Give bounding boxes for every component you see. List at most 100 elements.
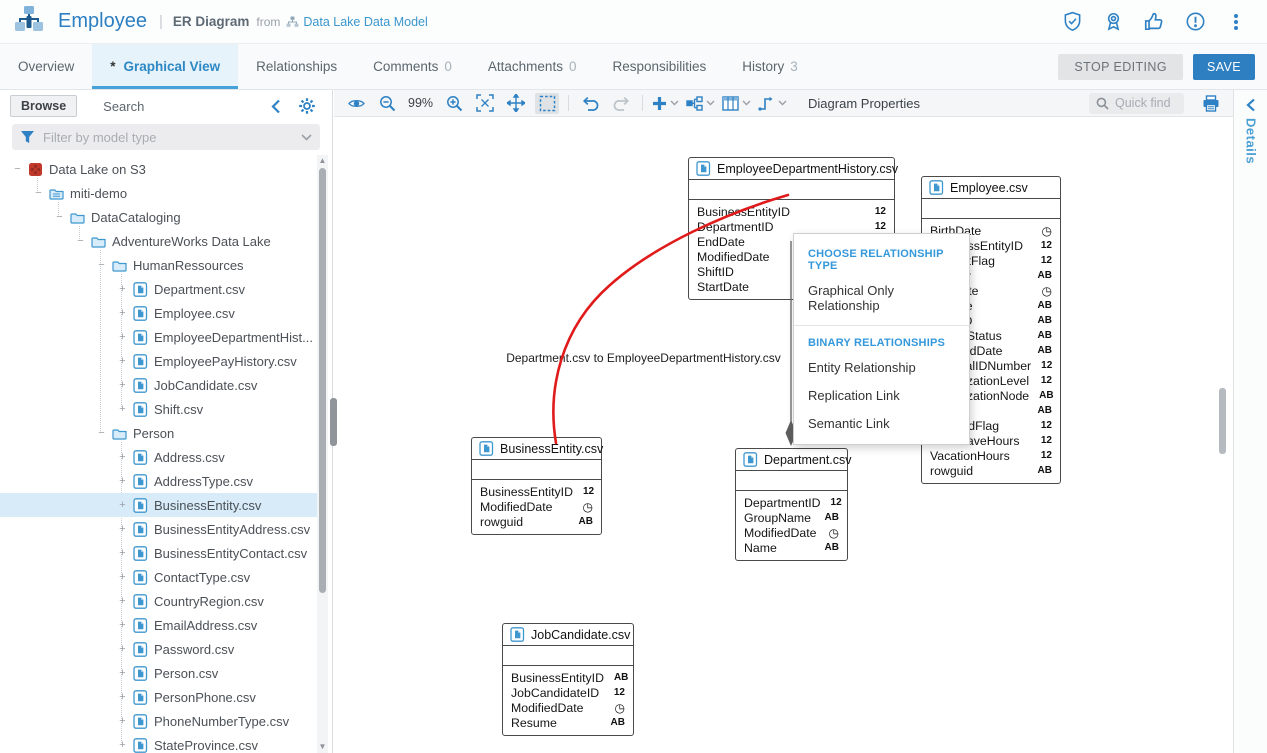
tree-item-businessentitycontact-csv[interactable]: +BusinessEntityContact.csv [0, 541, 317, 565]
expand-toggle[interactable]: + [117, 571, 128, 583]
entity-jobcandidate-csv[interactable]: JobCandidate.csvBusinessEntityIDABJobCan… [502, 623, 634, 736]
tab-history[interactable]: History3 [724, 44, 816, 89]
auto-layout-dropdown[interactable] [686, 96, 715, 111]
expand-toggle[interactable]: + [117, 451, 128, 463]
search-tab[interactable]: Search [103, 99, 144, 114]
scroll-down-icon[interactable]: ▼ [317, 741, 328, 753]
entity-businessentity-csv[interactable]: BusinessEntity.csvBusinessEntityID12Modi… [471, 437, 602, 535]
tree-scrollbar-thumb[interactable] [319, 168, 326, 593]
table-view-dropdown[interactable] [722, 96, 751, 111]
expand-toggle[interactable]: + [117, 691, 128, 703]
expand-toggle[interactable]: + [117, 283, 128, 295]
tree-item-employee-csv[interactable]: +Employee.csv [0, 301, 317, 325]
tree-item-address-csv[interactable]: +Address.csv [0, 445, 317, 469]
print-icon[interactable] [1199, 93, 1223, 114]
tree-item-person[interactable]: −Person [0, 421, 317, 445]
tab-relationships[interactable]: Relationships [238, 44, 355, 89]
expand-toggle[interactable]: + [117, 355, 128, 367]
verified-shield-icon[interactable] [1061, 11, 1083, 33]
tree-item-shift-csv[interactable]: +Shift.csv [0, 397, 317, 421]
pan-move-icon[interactable] [504, 93, 528, 114]
tree-scrollbar[interactable]: ▲ ▼ [317, 155, 328, 753]
alert-status-icon[interactable] [1184, 11, 1206, 33]
menu-item-graphical-only-relationship[interactable]: Graphical Only Relationship [794, 277, 969, 320]
expand-toggle[interactable]: + [117, 595, 128, 607]
zoom-in-icon[interactable] [442, 93, 466, 114]
tree-item-personphone-csv[interactable]: +PersonPhone.csv [0, 685, 317, 709]
expand-toggle[interactable]: + [117, 547, 128, 559]
quick-find[interactable] [1089, 93, 1184, 114]
tree-item-jobcandidate-csv[interactable]: +JobCandidate.csv [0, 373, 317, 397]
collapse-toggle[interactable]: − [75, 235, 86, 247]
expand-toggle[interactable]: + [117, 331, 128, 343]
expand-toggle[interactable]: + [117, 715, 128, 727]
undo-icon[interactable] [578, 93, 602, 114]
entity-department-csv[interactable]: Department.csvDepartmentID12GroupNameABM… [735, 448, 848, 561]
collapse-toggle[interactable]: − [12, 163, 23, 175]
entity-header[interactable]: Employee.csv [922, 177, 1060, 199]
tree-item-department-csv[interactable]: +Department.csv [0, 277, 317, 301]
save-button[interactable]: SAVE [1193, 54, 1255, 80]
visibility-eye-icon[interactable] [344, 93, 368, 114]
collapse-panel-icon[interactable] [270, 99, 282, 114]
tree-item-countryregion-csv[interactable]: +CountryRegion.csv [0, 589, 317, 613]
tree-item-data-lake-on-s3[interactable]: −Data Lake on S3 [0, 157, 317, 181]
collapse-toggle[interactable]: − [54, 211, 65, 223]
tree-item-employeedepartmenthist[interactable]: +EmployeeDepartmentHist... [0, 325, 317, 349]
expand-toggle[interactable]: + [117, 643, 128, 655]
expand-toggle[interactable]: + [117, 739, 128, 751]
expand-toggle[interactable]: + [117, 307, 128, 319]
tree-item-person-csv[interactable]: +Person.csv [0, 661, 317, 685]
tree-item-stateprovince-csv[interactable]: +StateProvince.csv [0, 733, 317, 753]
model-link[interactable]: Data Lake Data Model [286, 15, 427, 29]
entity-header[interactable]: JobCandidate.csv [503, 624, 633, 646]
tree-item-businessentity-csv[interactable]: +BusinessEntity.csv [0, 493, 317, 517]
certification-award-icon[interactable] [1102, 11, 1124, 33]
expand-toggle[interactable]: + [117, 619, 128, 631]
scroll-up-icon[interactable]: ▲ [317, 155, 328, 167]
entity-header[interactable]: BusinessEntity.csv [472, 438, 601, 460]
tab-overview[interactable]: Overview [0, 44, 92, 89]
model-type-filter[interactable]: Filter by model type [12, 124, 320, 150]
tree-item-addresstype-csv[interactable]: +AddressType.csv [0, 469, 317, 493]
quick-find-input[interactable] [1115, 96, 1175, 110]
collapse-toggle[interactable]: − [33, 187, 44, 199]
relationship-style-dropdown[interactable] [758, 96, 787, 111]
browse-tab[interactable]: Browse [10, 95, 77, 117]
expand-toggle[interactable]: + [117, 379, 128, 391]
entity-header[interactable]: Department.csv [736, 449, 847, 471]
gear-icon[interactable] [298, 97, 316, 115]
tree-item-miti-demo[interactable]: −miti-demo [0, 181, 317, 205]
entity-header[interactable]: EmployeeDepartmentHistory.csv [689, 158, 894, 180]
zoom-out-icon[interactable] [375, 93, 399, 114]
collapse-toggle[interactable]: − [96, 259, 107, 271]
tab-graphical-view[interactable]: *Graphical View [92, 44, 238, 89]
details-splitter-grip[interactable] [1219, 388, 1226, 454]
expand-toggle[interactable]: + [117, 499, 128, 511]
tab-attachments[interactable]: Attachments0 [470, 44, 595, 89]
expand-toggle[interactable]: + [117, 523, 128, 535]
tree-item-phonenumbertype-csv[interactable]: +PhoneNumberType.csv [0, 709, 317, 733]
tab-responsibilities[interactable]: Responsibilities [594, 44, 724, 89]
tree-item-employeepayhistory-csv[interactable]: +EmployeePayHistory.csv [0, 349, 317, 373]
sidebar-splitter-grip[interactable] [330, 398, 337, 446]
thumbs-up-icon[interactable] [1143, 11, 1165, 33]
marquee-select-icon[interactable] [535, 93, 559, 114]
expand-toggle[interactable]: + [117, 403, 128, 415]
tree-item-password-csv[interactable]: +Password.csv [0, 637, 317, 661]
tree-item-adventureworks-data-lake[interactable]: −AdventureWorks Data Lake [0, 229, 317, 253]
expand-toggle[interactable]: + [117, 667, 128, 679]
menu-item-semantic-link[interactable]: Semantic Link [794, 410, 969, 438]
menu-item-entity-relationship[interactable]: Entity Relationship [794, 354, 969, 382]
tab-comments[interactable]: Comments0 [355, 44, 470, 89]
redo-icon[interactable] [609, 93, 633, 114]
tree-item-contacttype-csv[interactable]: +ContactType.csv [0, 565, 317, 589]
tree-item-humanressources[interactable]: −HumanRessources [0, 253, 317, 277]
fit-to-screen-icon[interactable] [473, 93, 497, 114]
tree-item-emailaddress-csv[interactable]: +EmailAddress.csv [0, 613, 317, 637]
tree-item-datacataloging[interactable]: −DataCataloging [0, 205, 317, 229]
more-menu-icon[interactable] [1225, 11, 1247, 33]
details-panel-label[interactable]: Details [1243, 118, 1259, 164]
tree-item-businessentityaddress-csv[interactable]: +BusinessEntityAddress.csv [0, 517, 317, 541]
expand-details-icon[interactable] [1243, 98, 1259, 112]
